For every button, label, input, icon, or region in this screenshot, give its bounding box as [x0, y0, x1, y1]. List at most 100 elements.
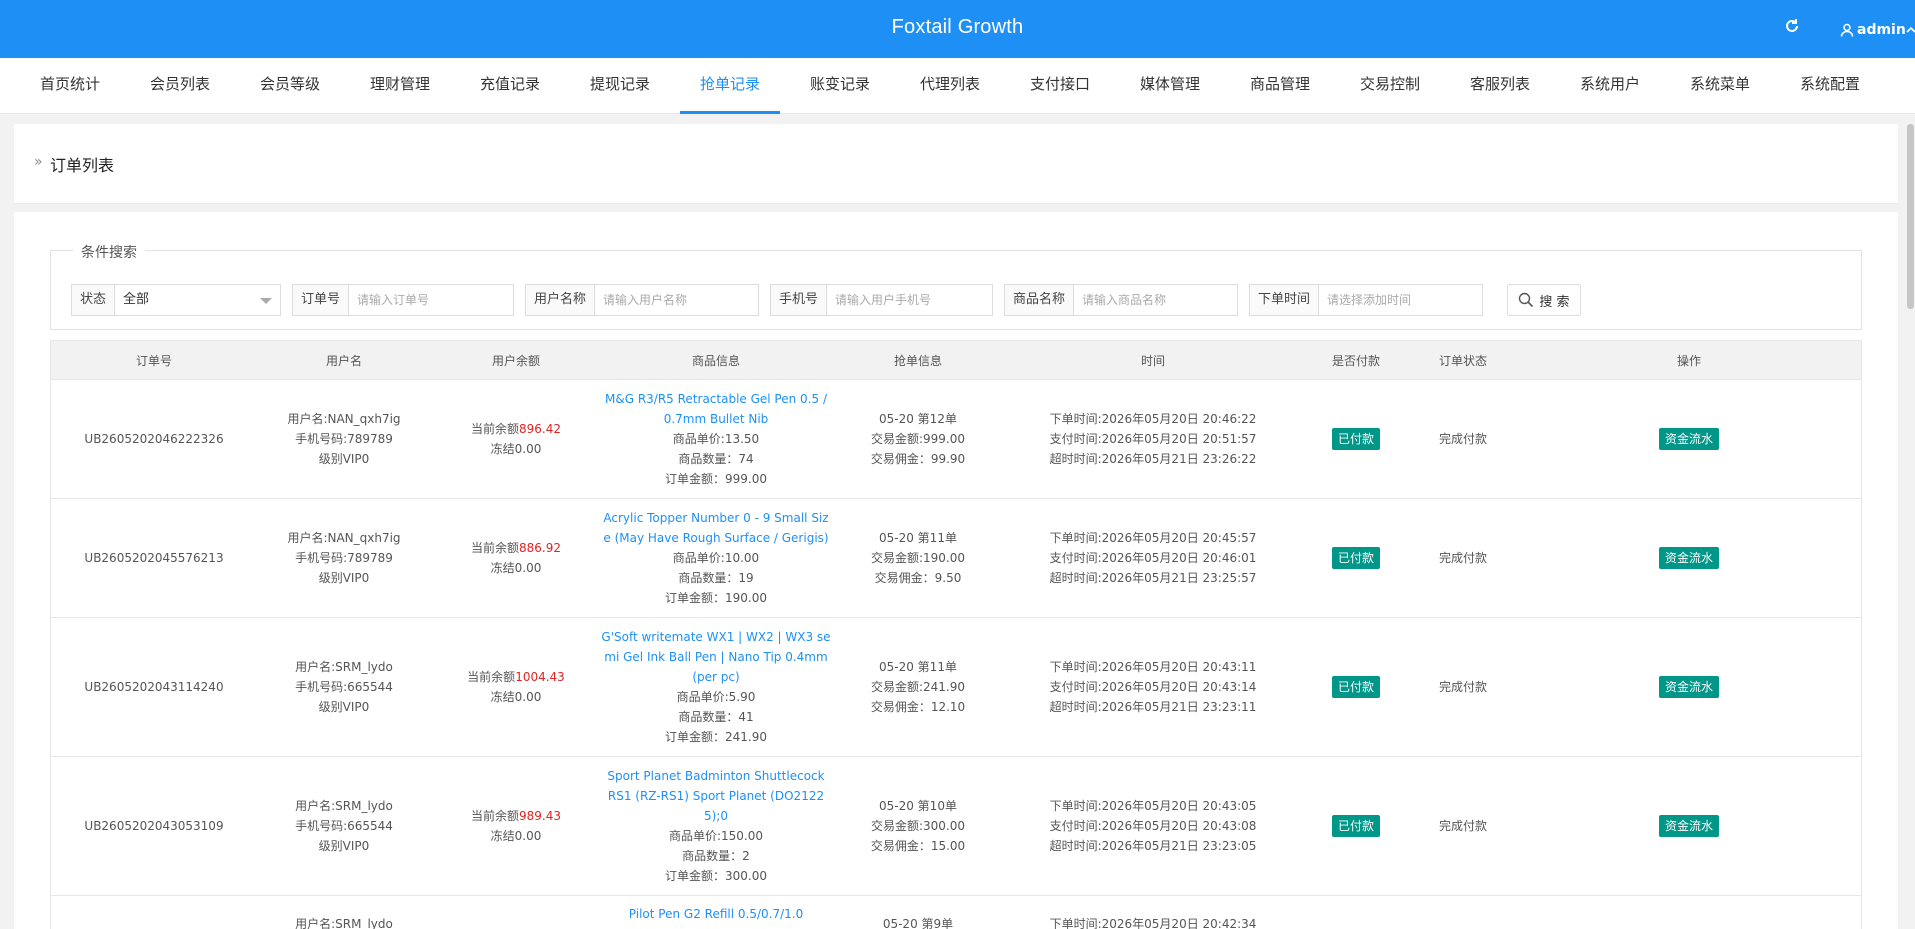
search-icon: [1519, 292, 1534, 308]
balance-cell: 当前余额886.92 冻结0.00: [431, 499, 601, 617]
table-header: 订单号 用户名 用户余额 商品信息 抢单信息 时间 是否付款 订单状态 操作: [50, 340, 1862, 380]
order-time-input[interactable]: [1319, 285, 1482, 315]
col-paid: 是否付款: [1331, 354, 1380, 368]
goods-cell: Pilot Pen G2 Refill 0.5/0.7/1.0: [601, 896, 831, 929]
grab-cell: 05-20 第11单 交易金额:190.00 交易佣金：9.50: [831, 499, 1005, 617]
tab-customer-service[interactable]: 客服列表: [1450, 58, 1550, 114]
paid-cell: 已付款: [1301, 499, 1411, 617]
username-text: 用户名:SRM_lydo: [295, 660, 393, 674]
pay-time-text: 支付时间:2026年05月20日 20:43:08: [1049, 819, 1257, 833]
tab-account-changes[interactable]: 账变记录: [790, 58, 890, 114]
grab-seq-text: 05-20 第11单: [879, 660, 957, 674]
fund-flow-button[interactable]: 资金流水: [1658, 547, 1719, 569]
goods-name-filter: 商品名称: [1004, 284, 1238, 316]
goods-name-link[interactable]: e (May Have Rough Surface / Gerigis): [603, 528, 828, 548]
goods-name-link[interactable]: Pilot Pen G2 Refill 0.5/0.7/1.0: [629, 904, 803, 924]
unit-price-text: 商品单价:150.00: [668, 829, 764, 843]
tab-system-users[interactable]: 系统用户: [1560, 58, 1660, 114]
goods-name-link[interactable]: M&G R3/R5 Retractable Gel Pen 0.5 /: [605, 389, 827, 409]
goods-name-link[interactable]: G'Soft writemate WX1 | WX2 | WX3 se: [601, 627, 830, 647]
time-cell: 下单时间:2026年05月20日 20:42:34: [1005, 896, 1301, 929]
frozen-text: 冻结0.00: [490, 829, 542, 843]
goods-name-link[interactable]: 0.7mm Bullet Nib: [664, 409, 769, 429]
status-select[interactable]: 全部: [115, 285, 280, 315]
tab-dashboard[interactable]: 首页统计: [20, 58, 120, 114]
order-time-text: 下单时间:2026年05月20日 20:43:05: [1049, 799, 1257, 813]
top-header: Foxtail Growth admin: [0, 0, 1915, 58]
pay-time-text: 支付时间:2026年05月20日 20:43:14: [1049, 680, 1257, 694]
goods-name-link[interactable]: Acrylic Topper Number 0 - 9 Small Siz: [603, 508, 828, 528]
level-text: 级别VIP0: [318, 452, 370, 466]
amount-text: 订单金额：999.00: [665, 472, 767, 486]
goods-name-link[interactable]: RS1 (RZ-RS1) Sport Planet (DO2122: [608, 786, 824, 806]
grab-seq-text: 05-20 第9单: [882, 917, 954, 929]
order-time-label: 下单时间: [1250, 285, 1320, 315]
phone-text: 手机号码:665544: [295, 819, 393, 833]
status-filter[interactable]: 状态 全部: [71, 284, 281, 316]
fund-flow-button[interactable]: 资金流水: [1658, 428, 1719, 450]
balance-value: 886.92: [519, 541, 561, 555]
time-cell: 下单时间:2026年05月20日 20:43:05 支付时间:2026年05月2…: [1005, 757, 1301, 895]
chevron-up-icon: [1906, 26, 1915, 33]
tab-agents[interactable]: 代理列表: [900, 58, 1000, 114]
fund-flow-button[interactable]: 资金流水: [1658, 676, 1719, 698]
user-cell: 用户名:SRM_lydo: [257, 896, 431, 929]
col-order-no: 订单号: [135, 354, 172, 368]
trade-amount-text: 交易金额:190.00: [870, 551, 966, 565]
amount-text: 订单金额：190.00: [665, 591, 767, 605]
col-grab-info: 抢单信息: [893, 354, 942, 368]
paid-badge: 已付款: [1331, 547, 1380, 569]
tab-payment[interactable]: 支付接口: [1010, 58, 1110, 114]
tab-grab-orders[interactable]: 抢单记录: [680, 58, 780, 114]
goods-name-input[interactable]: [1074, 285, 1237, 315]
order-no-input[interactable]: [349, 285, 513, 315]
goods-name-label: 商品名称: [1005, 285, 1075, 315]
paid-cell: 已付款: [1301, 757, 1411, 895]
table-row: UB2605202045576213 用户名:NAN_qxh7ig 手机号码:7…: [50, 499, 1862, 618]
refresh-icon[interactable]: [1784, 18, 1804, 38]
goods-name-link[interactable]: Sport Planet Badminton Shuttlecock: [607, 766, 824, 786]
username-input[interactable]: [595, 285, 758, 315]
amount-text: 订单金额：300.00: [664, 869, 767, 883]
balance-value: 896.42: [519, 422, 561, 436]
phone-input[interactable]: [827, 285, 992, 315]
grab-cell: 05-20 第12单 交易金额:999.00 交易佣金：99.90: [831, 380, 1005, 498]
tab-wealth[interactable]: 理财管理: [350, 58, 450, 114]
table-row: UB2605202043053109 用户名:SRM_lydo 手机号码:665…: [50, 757, 1862, 896]
tab-media[interactable]: 媒体管理: [1120, 58, 1220, 114]
scrollbar-thumb[interactable]: [1907, 124, 1914, 309]
username-filter: 用户名称: [525, 284, 759, 316]
tab-member-levels[interactable]: 会员等级: [240, 58, 340, 114]
tab-system-config[interactable]: 系统配置: [1780, 58, 1880, 114]
balance-cell: 当前余额989.43 冻结0.00: [431, 757, 601, 895]
paid-badge: 已付款: [1331, 428, 1380, 450]
username-text: 用户名:NAN_qxh7ig: [287, 531, 401, 545]
tab-recharge[interactable]: 充值记录: [460, 58, 560, 114]
page-scrollbar[interactable]: [1906, 124, 1915, 929]
tab-members[interactable]: 会员列表: [130, 58, 230, 114]
expire-time-text: 超时时间:2026年05月21日 23:25:57: [1049, 571, 1257, 585]
tab-withdraw[interactable]: 提现记录: [570, 58, 670, 114]
paid-cell: 已付款: [1301, 380, 1411, 498]
user-cell: 用户名:NAN_qxh7ig 手机号码:789789 级别VIP0: [257, 380, 431, 498]
action-cell: 资金流水: [1515, 380, 1863, 498]
tab-goods[interactable]: 商品管理: [1230, 58, 1330, 114]
trade-amount-text: 交易金额:241.90: [870, 680, 966, 694]
search-panel: 条件搜索 状态 全部 订单号 用户名称 手机号 商品名称 下单时间: [50, 242, 1862, 330]
tab-system-menu[interactable]: 系统菜单: [1670, 58, 1770, 114]
fund-flow-button[interactable]: 资金流水: [1658, 815, 1719, 837]
tab-trade-control[interactable]: 交易控制: [1340, 58, 1440, 114]
user-menu[interactable]: admin: [1840, 20, 1915, 40]
status-cell: 完成付款: [1438, 680, 1487, 694]
goods-name-link[interactable]: mi Gel Ink Ball Pen | Nano Tip 0.4mm: [604, 647, 827, 667]
goods-name-link[interactable]: (per pc): [692, 667, 739, 687]
balance-prefix: 当前余额: [470, 422, 519, 436]
table-row: UB2605202046222326 用户名:NAN_qxh7ig 手机号码:7…: [50, 380, 1862, 499]
goods-name-link[interactable]: 5);0: [704, 806, 728, 826]
goods-cell: M&G R3/R5 Retractable Gel Pen 0.5 / 0.7m…: [601, 380, 831, 498]
time-cell: 下单时间:2026年05月20日 20:43:11 支付时间:2026年05月2…: [1005, 618, 1301, 756]
expire-time-text: 超时时间:2026年05月21日 23:23:11: [1049, 700, 1257, 714]
frozen-text: 冻结0.00: [490, 442, 542, 456]
search-button[interactable]: 搜 索: [1507, 284, 1581, 316]
goods-cell: Acrylic Topper Number 0 - 9 Small Siz e …: [601, 499, 831, 617]
